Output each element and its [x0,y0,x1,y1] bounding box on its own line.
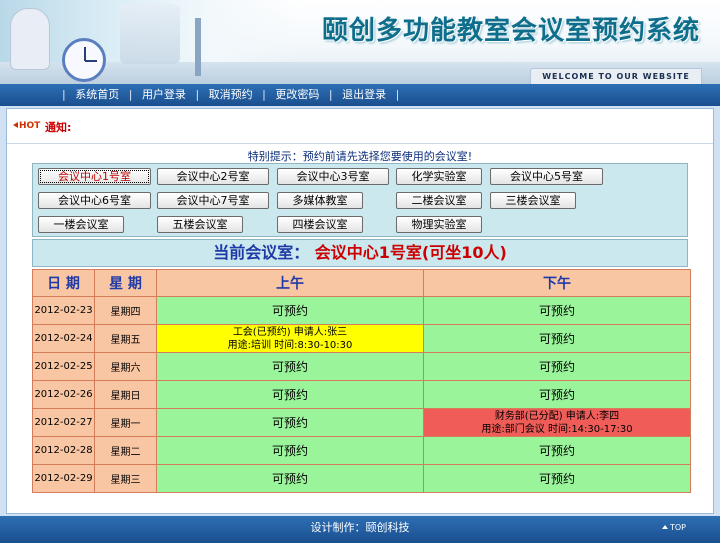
weekday-cell: 星期二 [94,436,157,465]
room-button-6[interactable]: 会议中心6号室 [38,192,151,209]
room-button-floor4[interactable]: 四楼会议室 [277,216,363,233]
pm-slot-assigned: 财务部(已分配) 申请人:李四 用途:部门会议 时间:14:30-17:30 [423,408,691,437]
welcome-banner: WELCOME TO OUR WEBSITE [530,68,702,84]
notice-label: 通知: [45,121,72,134]
date-cell: 2012-02-27 [32,408,95,437]
table-row: 2012-02-29 星期三 可预约 可预约 [32,464,691,493]
nav-login[interactable]: 用户登录 [142,88,186,101]
weekday-cell: 星期六 [94,352,157,381]
column-header-week: 星 期 [94,269,157,297]
pm-slot[interactable]: 可预约 [423,352,691,381]
am-slot[interactable]: 可预约 [156,296,424,325]
banner-decoration [120,4,180,64]
room-button-floor1[interactable]: 一楼会议室 [38,216,124,233]
booking-tip: 特别提示：预约前请先选择您要使用的会议室! [247,150,473,163]
room-button-1[interactable]: 会议中心1号室 [38,168,151,185]
date-cell: 2012-02-23 [32,296,95,325]
table-row: 2012-02-25 星期六 可预约 可预约 [32,352,691,381]
notice-bar: HOT 通知: [7,109,713,144]
site-title: 颐创多功能教室会议室预约系统 [321,16,700,46]
column-header-am: 上午 [156,269,424,297]
date-cell: 2012-02-26 [32,380,95,409]
date-cell: 2012-02-25 [32,352,95,381]
am-slot[interactable]: 可预约 [156,380,424,409]
clock-icon [62,38,106,82]
weekday-cell: 星期三 [94,464,157,493]
pm-slot[interactable]: 可预约 [423,464,691,493]
schedule-table: 日 期 星 期 上午 下午 2012-02-23 星期四 可预约 可预约 201… [32,269,691,493]
room-button-2[interactable]: 会议中心2号室 [157,168,269,185]
date-cell: 2012-02-28 [32,436,95,465]
nav-home[interactable]: 系统首页 [75,88,119,101]
nav-cancel-booking[interactable]: 取消预约 [209,88,253,101]
table-row: 2012-02-28 星期二 可预约 可预约 [32,436,691,465]
am-slot[interactable]: 可预约 [156,408,424,437]
booking-detail: 用途:部门会议 时间:14:30-17:30 [481,423,633,435]
pm-slot[interactable]: 可预约 [423,324,691,353]
column-header-pm: 下午 [423,269,691,297]
table-row: 2012-02-27 星期一 可预约 财务部(已分配) 申请人:李四 用途:部门… [32,408,691,437]
up-arrow-icon [661,525,668,529]
pm-slot[interactable]: 可预约 [423,380,691,409]
site-footer: 设计制作：颐创科技 TOP [0,516,720,543]
banner-decoration [10,8,50,70]
main-nav: | 系统首页 | 用户登录 | 取消预约 | 更改密码 | 退出登录 | [0,84,720,106]
am-slot[interactable]: 可预约 [156,352,424,381]
banner-decoration [195,18,201,76]
room-button-3[interactable]: 会议中心3号室 [277,168,389,185]
hot-arrow-icon [13,122,18,128]
pm-slot[interactable]: 可预约 [423,296,691,325]
weekday-cell: 星期四 [94,296,157,325]
room-button-physics-lab[interactable]: 物理实验室 [396,216,482,233]
back-to-top-link[interactable]: TOP [661,516,686,540]
table-row: 2012-02-26 星期日 可预约 可预约 [32,380,691,409]
room-button-floor2[interactable]: 二楼会议室 [396,192,482,209]
nav-change-password[interactable]: 更改密码 [275,88,319,101]
room-button-multimedia[interactable]: 多媒体教室 [277,192,363,209]
room-button-floor3[interactable]: 三楼会议室 [490,192,576,209]
date-cell: 2012-02-29 [32,464,95,493]
table-row: 2012-02-24 星期五 工会(已预约) 申请人:张三 用途:培训 时间:8… [32,324,691,353]
site-header: 颐创多功能教室会议室预约系统 WELCOME TO OUR WEBSITE [0,0,720,84]
booking-info: 财务部(已分配) 申请人:李四 [494,410,620,422]
am-slot-booked: 工会(已预约) 申请人:张三 用途:培训 时间:8:30-10:30 [156,324,424,353]
booking-info: 工会(已预约) 申请人:张三 [232,326,348,338]
am-slot[interactable]: 可预约 [156,464,424,493]
current-room-banner: 当前会议室： 会议中心1号室(可坐10人) [32,239,688,267]
current-room-label: 当前会议室： [213,243,310,262]
current-room-name: 会议中心1号室(可坐10人) [314,243,507,262]
footer-credit: 设计制作：颐创科技 [310,521,410,534]
booking-detail: 用途:培训 时间:8:30-10:30 [227,339,353,351]
table-row: 2012-02-23 星期四 可预约 可预约 [32,296,691,325]
weekday-cell: 星期一 [94,408,157,437]
room-button-chemistry-lab[interactable]: 化学实验室 [396,168,482,185]
column-header-date: 日 期 [32,269,95,297]
hot-badge: HOT [13,121,40,131]
nav-logout[interactable]: 退出登录 [342,88,386,101]
room-button-5[interactable]: 会议中心5号室 [490,168,603,185]
date-cell: 2012-02-24 [32,324,95,353]
weekday-cell: 星期五 [94,324,157,353]
main-frame: HOT 通知: 特别提示：预约前请先选择您要使用的会议室! 会议中心1号室 会议… [0,106,720,516]
schedule-header-row: 日 期 星 期 上午 下午 [32,269,691,297]
room-button-7[interactable]: 会议中心7号室 [157,192,269,209]
room-selector: 会议中心1号室 会议中心2号室 会议中心3号室 化学实验室 会议中心5号室 会议… [32,163,688,237]
main-content: HOT 通知: 特别提示：预约前请先选择您要使用的会议室! 会议中心1号室 会议… [6,108,714,514]
pm-slot[interactable]: 可预约 [423,436,691,465]
am-slot[interactable]: 可预约 [156,436,424,465]
weekday-cell: 星期日 [94,380,157,409]
room-button-floor5[interactable]: 五楼会议室 [157,216,243,233]
